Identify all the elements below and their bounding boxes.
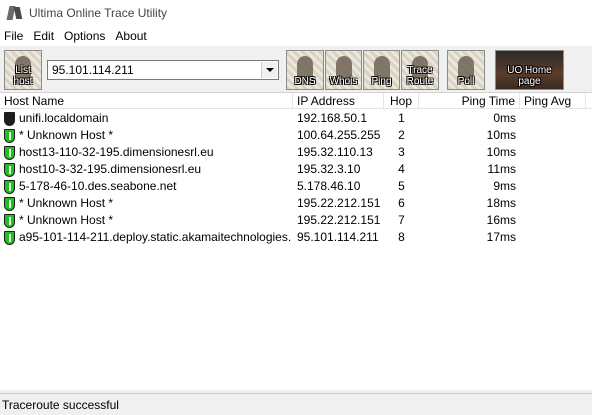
- reachable-shield-icon: [4, 163, 15, 177]
- reachable-shield-icon: [4, 197, 15, 211]
- host-name-cell: unifi.localdomain: [19, 111, 109, 125]
- column-extra[interactable]: [586, 93, 592, 109]
- ip-address-cell: 195.22.212.151: [297, 213, 381, 227]
- ip-address-cell: 100.64.255.255: [297, 128, 381, 142]
- reachable-shield-icon: [4, 214, 15, 228]
- chevron-down-icon[interactable]: [261, 62, 277, 78]
- host-name-cell: a95-101-114-211.deploy.static.akamaitech…: [19, 230, 291, 244]
- address-input[interactable]: 95.101.114.211: [52, 63, 134, 77]
- column-ping-time[interactable]: Ping Time: [419, 93, 520, 109]
- list-header: Host Name IP Address Hop Ping Time Ping …: [0, 93, 592, 109]
- local-host-shield-icon: [4, 112, 15, 126]
- ip-address-cell: 195.32.3.10: [297, 162, 361, 176]
- ping-time-cell: 9ms: [493, 179, 516, 193]
- table-row[interactable]: host10-3-32-195.dimensionesrl.eu 195.32.…: [0, 161, 592, 178]
- ping-time-cell: 16ms: [486, 213, 516, 227]
- list-host-label: List host: [13, 65, 33, 87]
- reachable-shield-icon: [4, 180, 15, 194]
- dns-button[interactable]: DNS: [286, 50, 324, 90]
- column-ip-address[interactable]: IP Address: [293, 93, 384, 109]
- menu-options[interactable]: Options: [64, 29, 111, 43]
- host-name-cell: host13-110-32-195.dimensionesrl.eu: [19, 145, 214, 159]
- hop-cell: 4: [398, 162, 405, 176]
- address-combobox[interactable]: 95.101.114.211: [47, 60, 279, 80]
- column-host-name[interactable]: Host Name: [0, 93, 293, 109]
- title-bar: Ultima Online Trace Utility: [0, 0, 592, 26]
- whois-label: Whois: [329, 76, 358, 87]
- dns-label: DNS: [294, 76, 316, 87]
- ip-address-cell: 95.101.114.211: [297, 230, 379, 244]
- ping-time-cell: 0ms: [493, 111, 516, 125]
- ping-time-cell: 17ms: [486, 230, 516, 244]
- table-row[interactable]: a95-101-114-211.deploy.static.akamaitech…: [0, 229, 592, 246]
- host-name-cell: * Unknown Host *: [19, 213, 114, 227]
- status-bar: Traceroute successful: [0, 393, 592, 415]
- traceroute-label: Trace Route: [406, 65, 434, 87]
- ip-address-cell: 192.168.50.1: [297, 111, 368, 125]
- reachable-shield-icon: [4, 146, 15, 160]
- ping-time-cell: 10ms: [486, 145, 516, 159]
- hop-cell: 7: [398, 213, 405, 227]
- app-icon: [6, 5, 23, 21]
- traceroute-button[interactable]: Trace Route: [401, 50, 439, 90]
- hop-cell: 5: [398, 179, 405, 193]
- uo-homepage-button[interactable]: UO Home page: [495, 50, 564, 90]
- menu-file[interactable]: File: [4, 29, 29, 43]
- reachable-shield-icon: [4, 129, 15, 143]
- table-row[interactable]: * Unknown Host * 195.22.212.151 6 18ms: [0, 195, 592, 212]
- window-title: Ultima Online Trace Utility: [29, 6, 168, 20]
- host-name-cell: * Unknown Host *: [19, 196, 114, 210]
- column-ping-avg[interactable]: Ping Avg: [520, 93, 586, 109]
- hop-cell: 2: [398, 128, 405, 142]
- hop-cell: 6: [398, 196, 405, 210]
- table-row[interactable]: unifi.localdomain 192.168.50.1 1 0ms: [0, 110, 592, 127]
- menu-edit[interactable]: Edit: [33, 29, 60, 43]
- host-name-cell: 5-178-46-10.des.seabone.net: [19, 179, 177, 193]
- column-hop[interactable]: Hop: [384, 93, 419, 109]
- ping-button[interactable]: Ping: [363, 50, 400, 90]
- table-row[interactable]: * Unknown Host * 195.22.212.151 7 16ms: [0, 212, 592, 229]
- ping-time-cell: 18ms: [486, 196, 516, 210]
- uo-homepage-label: UO Home page: [507, 65, 552, 87]
- whois-button[interactable]: Whois: [325, 50, 362, 90]
- list-host-button[interactable]: List host: [4, 50, 42, 90]
- table-row[interactable]: * Unknown Host * 100.64.255.255 2 10ms: [0, 127, 592, 144]
- hop-cell: 1: [398, 111, 405, 125]
- host-name-cell: host10-3-32-195.dimensionesrl.eu: [19, 162, 202, 176]
- hop-cell: 8: [398, 230, 405, 244]
- menu-about[interactable]: About: [115, 29, 152, 43]
- status-text: Traceroute successful: [2, 398, 119, 412]
- ip-address-cell: 195.32.110.13: [297, 145, 373, 159]
- hop-cell: 3: [398, 145, 405, 159]
- ping-time-cell: 10ms: [486, 128, 516, 142]
- ip-address-cell: 5.178.46.10: [297, 179, 361, 193]
- reachable-shield-icon: [4, 231, 15, 245]
- host-name-cell: * Unknown Host *: [19, 128, 114, 142]
- ip-address-cell: 195.22.212.151: [297, 196, 381, 210]
- poll-label: Poll: [457, 76, 475, 87]
- table-row[interactable]: 5-178-46-10.des.seabone.net 5.178.46.10 …: [0, 178, 592, 195]
- menu-bar: File Edit Options About: [0, 26, 592, 46]
- trace-results-list[interactable]: Host Name IP Address Hop Ping Time Ping …: [0, 93, 592, 390]
- table-row[interactable]: host13-110-32-195.dimensionesrl.eu 195.3…: [0, 144, 592, 161]
- ping-time-cell: 11ms: [487, 162, 516, 176]
- ping-label: Ping: [371, 76, 392, 87]
- poll-button[interactable]: Poll: [447, 50, 485, 90]
